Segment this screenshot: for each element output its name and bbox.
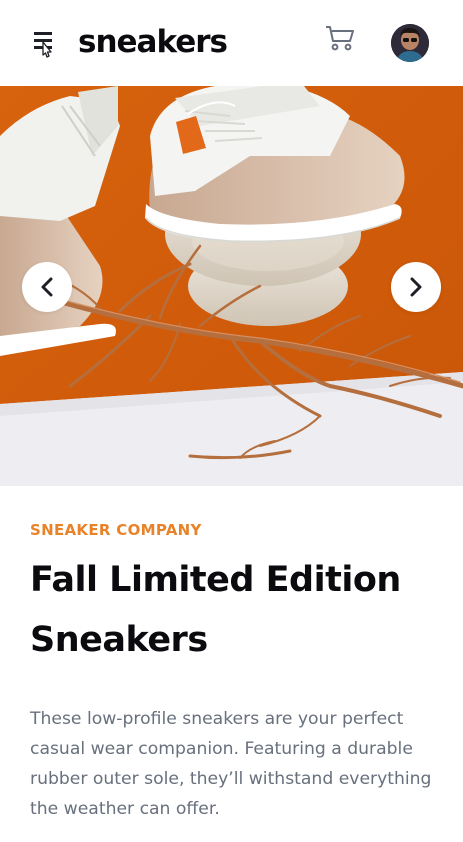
next-image-button[interactable] xyxy=(391,262,441,312)
company-name: SNEAKER COMPANY xyxy=(30,521,202,539)
chevron-left-icon xyxy=(41,277,53,297)
user-avatar[interactable] xyxy=(391,24,429,62)
menu-button[interactable] xyxy=(30,28,60,62)
product-title: Fall Limited Edition Sneakers xyxy=(30,560,401,660)
cart-icon xyxy=(326,26,354,51)
cart-button[interactable] xyxy=(324,24,356,52)
product-image xyxy=(0,86,463,486)
top-nav: sneakers xyxy=(0,0,463,86)
previous-image-button[interactable] xyxy=(22,262,72,312)
chevron-right-icon xyxy=(410,277,422,297)
brand-logo[interactable]: sneakers xyxy=(78,22,228,62)
menu-icon xyxy=(34,32,52,58)
product-description: These low-profile sneakers are your perf… xyxy=(30,709,432,819)
